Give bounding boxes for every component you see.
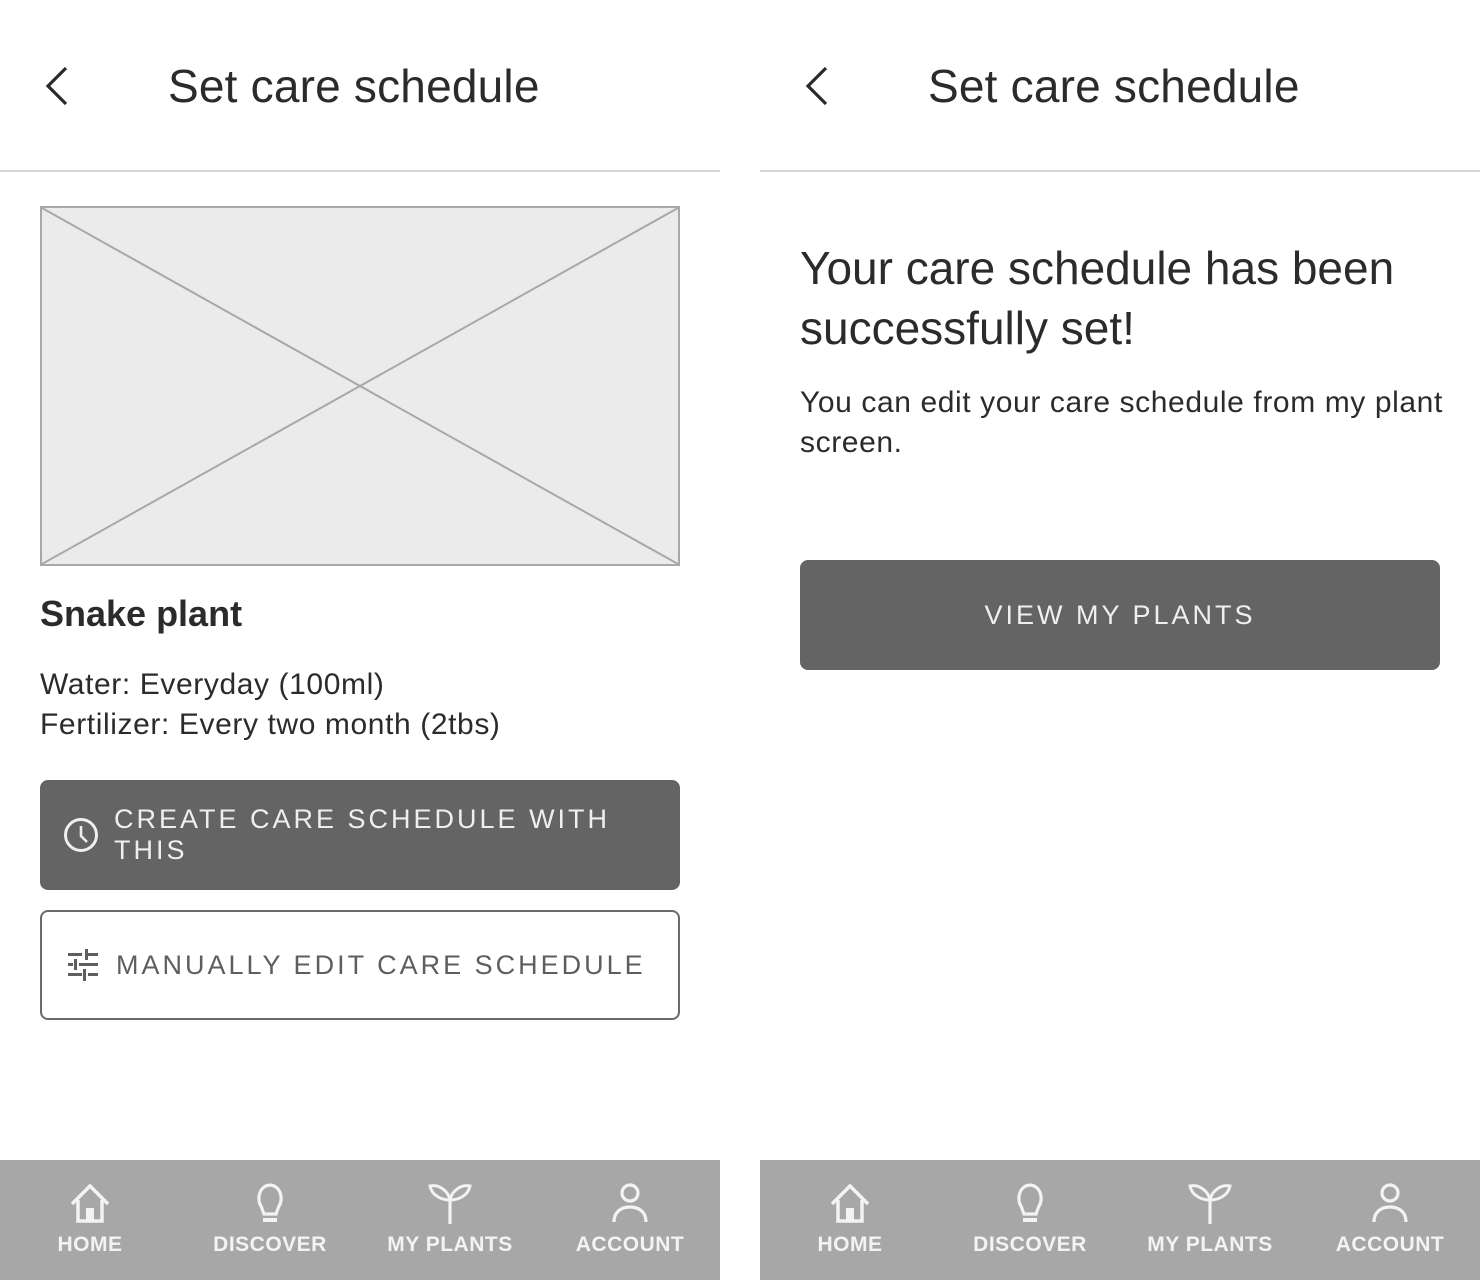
home-icon [66,1180,114,1228]
view-my-plants-button[interactable]: VIEW MY PLANTS [800,560,1440,670]
clock-icon [62,816,100,854]
nav-item-discover[interactable]: DISCOVER [180,1160,360,1280]
nav-label-my-plants: MY PLANTS [1147,1233,1273,1256]
care-details: Water: Everyday (100ml) Fertilizer: Ever… [40,665,501,745]
back-button[interactable] [790,56,846,116]
nav-item-home[interactable]: HOME [760,1160,940,1280]
nav-item-my-plants[interactable]: MY PLANTS [360,1160,540,1280]
app-header: Set care schedule [760,0,1480,172]
manually-edit-schedule-label: MANUALLY EDIT CARE SCHEDULE [116,949,646,980]
manually-edit-schedule-button[interactable]: MANUALLY EDIT CARE SCHEDULE [40,910,680,1020]
nav-label-account: ACCOUNT [1335,1233,1445,1256]
create-care-schedule-button[interactable]: CREATE CARE SCHEDULE WITH THIS [40,780,680,890]
plant-name: Snake plant [40,593,243,634]
lightbulb-icon [1006,1180,1054,1228]
person-icon [606,1180,654,1228]
lightbulb-icon [246,1180,294,1228]
home-icon [826,1180,874,1228]
nav-item-account[interactable]: ACCOUNT [540,1160,720,1280]
bottom-navigation: HOME DISCOVER MY PLANTS ACCOUNT [760,1160,1480,1280]
nav-label-discover: DISCOVER [213,1233,327,1256]
success-description: You can edit your care schedule from my … [800,386,1443,459]
view-my-plants-label: VIEW MY PLANTS [984,599,1256,630]
fertilizer-schedule: Fertilizer: Every two month (2tbs) [40,708,501,741]
nav-item-account[interactable]: ACCOUNT [1300,1160,1480,1280]
image-placeholder-icon [42,208,678,564]
person-icon [1366,1180,1414,1228]
sliders-icon [64,946,102,984]
nav-label-discover: DISCOVER [973,1233,1087,1256]
create-care-schedule-label: CREATE CARE SCHEDULE WITH THIS [114,804,611,865]
chevron-left-icon [45,66,68,106]
bottom-navigation: HOME DISCOVER MY PLANTS ACCOUNT [0,1160,720,1280]
page-title: Set care schedule [168,60,540,112]
nav-label-my-plants: MY PLANTS [387,1233,513,1256]
sprout-icon [426,1180,474,1228]
back-button[interactable] [30,56,86,116]
water-schedule: Water: Everyday (100ml) [40,668,385,701]
nav-label-home: HOME [817,1233,883,1256]
sprout-icon [1186,1180,1234,1228]
nav-item-my-plants[interactable]: MY PLANTS [1120,1160,1300,1280]
nav-item-home[interactable]: HOME [0,1160,180,1280]
plant-image-placeholder [40,206,680,566]
app-header: Set care schedule [0,0,720,172]
nav-label-home: HOME [57,1233,123,1256]
chevron-left-icon [805,66,828,106]
nav-item-discover[interactable]: DISCOVER [940,1160,1120,1280]
page-title: Set care schedule [928,60,1300,112]
success-heading: Your care schedule has been successfully… [800,242,1395,354]
care-schedule-screen: Set care schedule Snake plant Water: Eve… [0,0,720,1280]
schedule-success-screen: Set care schedule Your care schedule has… [760,0,1480,1280]
nav-label-account: ACCOUNT [575,1233,685,1256]
